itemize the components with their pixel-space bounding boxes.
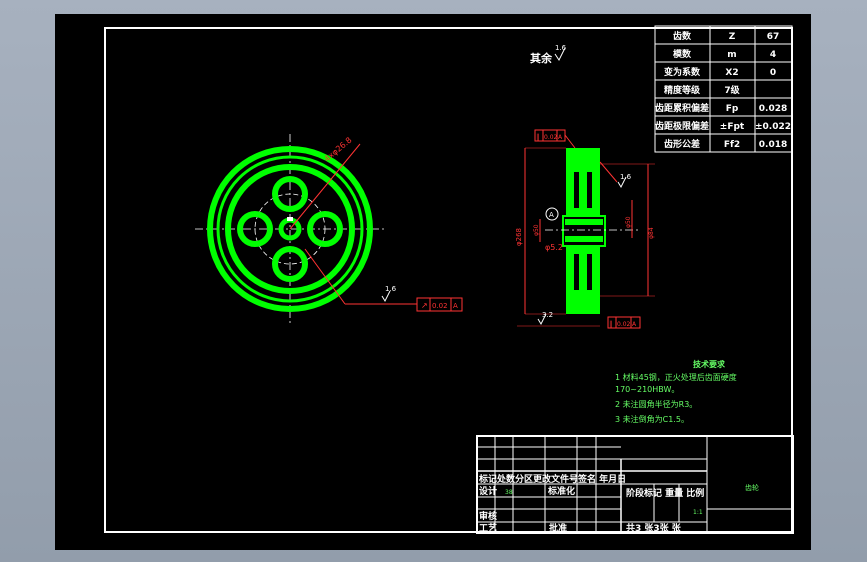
param-value: 67 (767, 32, 780, 42)
title-roughness: 1.6 (555, 44, 567, 52)
cad-viewport[interactable]: 其余 1.6 齿数 Z 67 模数 m 4 变为系数 X2 0 精度等级 7级齿距累积偏差 Fp 0.0… (55, 14, 811, 550)
tb-scale: 1:1 (693, 509, 703, 516)
param-name: 齿距累积偏差 (655, 102, 709, 114)
param-value: 0 (770, 68, 776, 78)
tech-requirements: 技术要求 1 材料45钢，正火处理后齿面硬度 170~210HBW。 2 未注圆… (615, 359, 737, 424)
tb-design-name: 38 (505, 489, 513, 496)
drawing-canvas: 其余 1.6 齿数 Z 67 模数 m 4 变为系数 X2 0 精度等级 7级齿距累积偏差 Fp 0.0… (195, 25, 794, 534)
param-name: 齿数 (673, 30, 692, 42)
dim-outer-diameter: φ268 (515, 228, 523, 246)
keyway (287, 217, 293, 221)
side-top-tol-sym: ∥ (536, 133, 540, 141)
param-symbol: ±Fpt (720, 122, 745, 132)
front-tol-val: 0.02 (432, 302, 448, 310)
params-table: 齿数 Z 67 模数 m 4 变为系数 X2 0 精度等级 7级齿距累积偏差 Fp 0.028 齿距极限偏… (654, 25, 793, 153)
side-bottom-tol-datum: A (632, 321, 637, 328)
param-value: 0.018 (759, 140, 787, 150)
pcd-label: 4xφ26.8 (323, 135, 354, 163)
dim-phi: φ5.2 (545, 243, 563, 252)
tech-title: 技术要求 (693, 359, 726, 369)
side-top-tol-val: 0.02 (544, 134, 558, 141)
param-symbol: 7级 (724, 84, 740, 96)
dim-bore: φ50 (533, 224, 540, 236)
tb-process: 工艺 (479, 522, 497, 534)
side-bottom-tol-val: 0.02 (617, 321, 631, 328)
tech-item: 1 材料45钢，正火处理后齿面硬度 (615, 372, 737, 382)
side-top-tol-datum: A (558, 134, 563, 141)
param-symbol: Ff2 (724, 140, 740, 150)
tb-approve: 批准 (549, 522, 567, 534)
tb-review: 审核 (479, 510, 497, 522)
front-tol-datum: A (453, 302, 458, 310)
side-roughness-bottom: 3.2 (542, 311, 553, 319)
tb-part-name: 齿轮 (745, 483, 759, 492)
param-name: 变为系数 (664, 66, 701, 78)
side-roughness-right: 1.6 (620, 173, 632, 181)
tech-item: 2 未注圆角半径为R3。 (615, 399, 697, 409)
title-block: 标记处数分区更改文件号签名 年月日 设计 38 标准化 阶段标记 重量 比例 1… (476, 435, 794, 534)
param-value: 0.028 (759, 104, 787, 114)
param-name: 齿距极限偏差 (655, 120, 709, 132)
tb-header-row: 标记处数分区更改文件号签名 年月日 (478, 473, 626, 485)
tb-standardization: 标准化 (547, 485, 575, 497)
side-view: ∥ 0.02 A φ268 φ50 A φ5.2 φ84 φ50 1.6 3.2… (515, 129, 655, 329)
param-name: 模数 (673, 48, 692, 60)
param-value: ±0.022 (755, 122, 791, 132)
front-roughness: 1.6 (385, 285, 397, 293)
param-symbol: X2 (725, 68, 738, 78)
tech-item: 3 未注倒角为C1.5。 (615, 414, 689, 424)
tb-design: 设计 (479, 485, 497, 497)
param-symbol: Z (729, 32, 736, 42)
tech-item: 170~210HBW。 (615, 385, 679, 394)
param-symbol: m (727, 50, 736, 60)
front-view: 4xφ26.8 1.6 ↗ 0.02 A (195, 134, 463, 324)
title-mark: 其余 (530, 51, 553, 65)
tb-stage-mark: 阶段标记 重量 比例 (626, 487, 704, 499)
param-name: 精度等级 (664, 84, 701, 96)
side-bottom-tol-sym: ∥ (609, 320, 613, 328)
param-value: 4 (770, 50, 776, 60)
front-tol-sym: ↗ (421, 301, 428, 310)
dim-inner: φ50 (625, 216, 632, 228)
param-name: 齿形公差 (664, 138, 700, 150)
datum-a: A (549, 211, 554, 219)
tb-sheets: 共3 张3张 张 (626, 522, 682, 534)
param-symbol: Fp (726, 104, 739, 114)
dim-hub: φ84 (648, 227, 655, 239)
